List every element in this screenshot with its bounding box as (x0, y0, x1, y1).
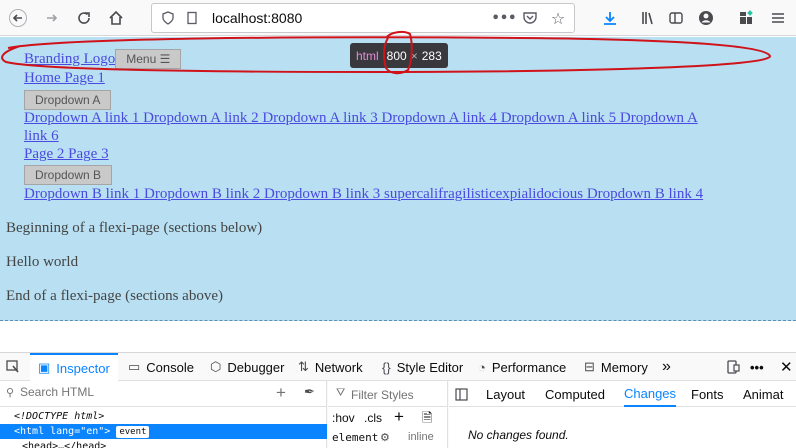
more-tabs-icon[interactable]: » (662, 353, 671, 381)
pick-element-icon[interactable] (6, 353, 20, 381)
tab-style-editor[interactable]: {} Style Editor (382, 353, 463, 381)
search-icon: ⚲ (6, 387, 15, 399)
tab-console[interactable]: ▭ Console (128, 353, 194, 381)
hov-toggle[interactable]: :hov (332, 411, 355, 425)
memory-icon: ⊟ (584, 359, 595, 374)
tab-animations[interactable]: Animat (743, 381, 783, 407)
download-icon[interactable] (598, 6, 622, 30)
inspector-icon: ▣ (38, 360, 51, 375)
account-icon[interactable] (694, 6, 718, 30)
eyedropper-icon[interactable]: ✒ (304, 384, 315, 400)
tab-layout[interactable]: Layout (486, 381, 525, 407)
add-rule-icon[interactable]: + (394, 407, 404, 427)
network-icon: ⇅ (298, 359, 309, 374)
filter-icon: ⛛ (336, 387, 346, 399)
search-html-input[interactable] (20, 385, 220, 399)
paragraph-beginning: Beginning of a flexi-page (sections belo… (6, 220, 263, 236)
extensions-icon[interactable] (734, 6, 758, 30)
sidebar-panel: Layout Computed Changes Fonts Animat No … (449, 381, 796, 448)
tab-debugger[interactable]: ⬡ Debugger (210, 353, 284, 381)
dropdown-a-link-6[interactable]: link 6 (24, 128, 59, 144)
dropdown-b-row: Dropdown B (24, 165, 113, 185)
tab-label: Performance (491, 359, 567, 375)
tab-label: Debugger (227, 359, 285, 375)
tab-memory[interactable]: ⊟ Memory (584, 353, 648, 381)
markup-panel: ⚲ + ✒ <!DOCTYPE html> <html lang="en"> ev… (0, 381, 327, 448)
add-node-icon[interactable]: + (276, 383, 286, 403)
tab-label: Network (314, 359, 363, 375)
close-devtools-icon[interactable]: ✕ (780, 353, 793, 381)
no-changes-message: No changes found. (468, 428, 569, 442)
bookmark-star-icon[interactable]: ☆ (548, 8, 568, 28)
devtools-options-icon[interactable]: ••• (750, 353, 764, 381)
filter-styles-input[interactable]: Filter Styles (351, 388, 414, 402)
tab-fonts[interactable]: Fonts (691, 381, 724, 407)
url-bar[interactable]: localhost:8080 ••• ☆ (151, 3, 575, 33)
performance-icon: ◔ (478, 359, 486, 375)
html-node-text: <html lang="en"> (14, 426, 111, 437)
dropdown-a-links-row: Dropdown A link 1 Dropdown A link 2 Drop… (24, 110, 698, 127)
tab-performance[interactable]: ◔ Performance (478, 353, 566, 381)
cls-toggle[interactable]: .cls (364, 411, 382, 425)
sidebar-tab-bar: Layout Computed Changes Fonts Animat (449, 381, 796, 407)
tab-label: Memory (600, 359, 648, 375)
devtools-panel: ▣ Inspector ▭ Console ⬡ Debugger ⇅ Network {… (0, 352, 796, 448)
print-media-icon[interactable]: 🗎 (422, 409, 432, 431)
page-info-icon[interactable] (182, 8, 202, 28)
page-links[interactable]: Page 2 Page 3 (24, 146, 109, 162)
dropdown-a-links[interactable]: Dropdown A link 1 Dropdown A link 2 Drop… (24, 110, 698, 126)
menu-icon[interactable] (766, 6, 790, 30)
event-badge[interactable]: event (116, 426, 150, 438)
filter-styles-row: ⛛ Filter Styles (328, 381, 448, 407)
markup-head-node[interactable]: <head>…</head> (0, 439, 327, 448)
shield-icon[interactable] (158, 8, 178, 28)
inline-label: inline (408, 431, 434, 443)
tab-label: Style Editor (396, 359, 464, 375)
sidebar-icon[interactable] (664, 6, 688, 30)
reload-icon[interactable] (72, 6, 96, 30)
home-icon[interactable] (104, 6, 128, 30)
responsive-design-icon[interactable] (726, 353, 740, 381)
tab-changes[interactable]: Changes (624, 381, 677, 407)
console-icon: ▭ (128, 359, 141, 374)
dropdown-a-button[interactable]: Dropdown A (24, 90, 112, 110)
page-row: Page 2 Page 3 (24, 146, 109, 163)
devtools-tab-bar: ▣ Inspector ▭ Console ⬡ Debugger ⇅ Network {… (0, 353, 796, 381)
tab-inspector[interactable]: ▣ Inspector (30, 353, 118, 381)
back-icon[interactable] (6, 6, 30, 30)
page-viewport: Branding Logo Menu ☰ Home Page 1 Dropdown… (0, 37, 796, 321)
search-html-row: ⚲ + ✒ (0, 381, 327, 407)
dropdown-b-links-row: Dropdown B link 1 Dropdown B link 2 Drop… (24, 186, 703, 203)
pocket-icon[interactable] (520, 8, 540, 28)
tab-label: Console (146, 359, 194, 375)
toggle-sidebar-icon[interactable] (455, 381, 468, 407)
markup-doctype[interactable]: <!DOCTYPE html> (0, 409, 327, 424)
rules-panel: ⛛ Filter Styles :hov .cls + 🗎 element ⚙ … (328, 381, 448, 448)
url-text[interactable]: localhost:8080 (212, 10, 302, 26)
style-editor-icon: {} (382, 359, 391, 375)
tab-label: Inspector (56, 360, 110, 376)
dropdown-b-links[interactable]: Dropdown B link 1 Dropdown B link 2 Drop… (24, 186, 703, 202)
dropdown-b-button[interactable]: Dropdown B (24, 165, 113, 185)
markup-html-node[interactable]: <html lang="en"> event (0, 424, 327, 439)
debugger-icon: ⬡ (210, 359, 222, 374)
paragraph-hello: Hello world (6, 254, 79, 270)
dropdown-a-row: Dropdown A (24, 90, 112, 110)
paragraph-end: End of a flexi-page (sections above) (6, 288, 223, 304)
dropdown-a-links-row-2: link 6 (24, 128, 59, 145)
tab-computed[interactable]: Computed (545, 381, 605, 407)
library-icon[interactable] (636, 6, 660, 30)
page-actions-icon[interactable]: ••• (492, 8, 517, 28)
tab-network[interactable]: ⇅ Network (298, 353, 363, 381)
node-settings-icon[interactable]: ⚙ (380, 431, 390, 444)
element-rule-label: element (332, 431, 379, 444)
red-annotation-circle (382, 30, 413, 75)
forward-icon[interactable] (40, 6, 64, 30)
